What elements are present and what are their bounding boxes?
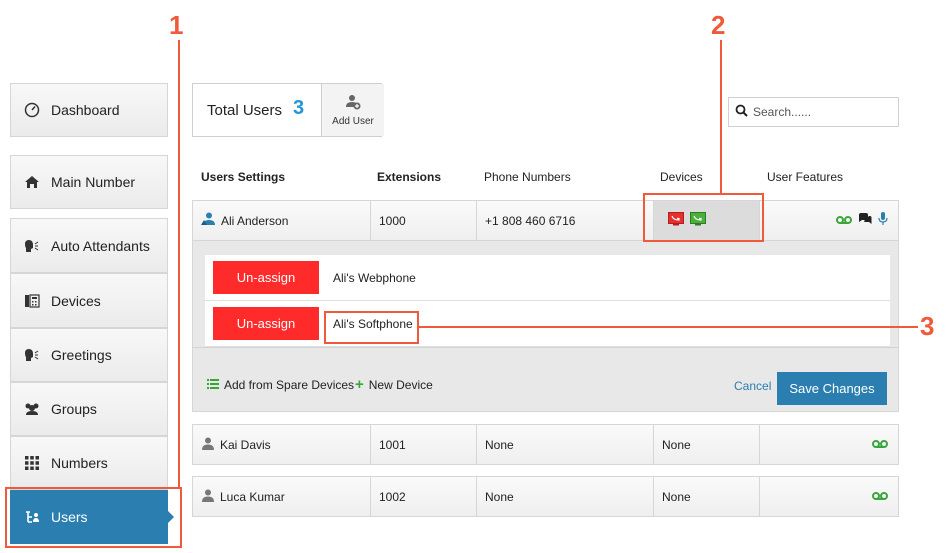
callout-line <box>418 326 918 328</box>
speaker-head-icon <box>21 348 43 362</box>
add-spare-devices-link[interactable]: Add from Spare Devices <box>207 378 354 392</box>
total-users-box: Total Users 3 Add User <box>192 83 384 137</box>
sidebar-item-main-number[interactable]: Main Number <box>10 155 168 209</box>
total-users-count: 3 <box>293 97 305 119</box>
new-device-link[interactable]: + New Device <box>355 376 433 393</box>
users-icon <box>21 402 43 416</box>
table-row[interactable]: Ali Anderson 1000 +1 808 460 6716 <box>192 200 899 241</box>
user-icon <box>201 437 215 453</box>
column-header-devices: Devices <box>660 170 703 184</box>
column-header-users-settings: Users Settings <box>201 170 286 184</box>
callout-line <box>178 40 180 488</box>
sidebar-item-label: Main Number <box>51 174 136 190</box>
user-phone-number: +1 808 460 6716 <box>485 213 576 228</box>
callout-line <box>720 40 722 194</box>
list-icon <box>207 378 219 392</box>
user-phone-number: None <box>485 489 514 504</box>
sidebar-item-groups[interactable]: Groups <box>10 382 168 436</box>
plus-icon: + <box>355 376 364 393</box>
device-name: Ali's Webphone <box>333 270 416 285</box>
search-box[interactable] <box>728 97 899 127</box>
user-devices: None <box>662 489 691 504</box>
sidebar-item-greetings[interactable]: Greetings <box>10 328 168 382</box>
sidebar-item-label: Greetings <box>51 347 112 363</box>
callout-number: 3 <box>920 311 935 341</box>
table-row[interactable]: Luca Kumar 1002 None None <box>192 476 899 517</box>
user-icon <box>201 489 215 505</box>
sidebar-item-dashboard[interactable]: Dashboard <box>10 83 168 137</box>
voicemail-icon[interactable] <box>836 214 852 228</box>
microphone-icon[interactable] <box>878 212 888 229</box>
callout-box <box>324 311 419 344</box>
cancel-button[interactable]: Cancel <box>734 379 771 393</box>
user-devices: None <box>662 437 691 452</box>
table-row[interactable]: Kai Davis 1001 None None <box>192 424 899 465</box>
sidebar-item-auto-attendants[interactable]: Auto Attendants <box>10 218 168 273</box>
callout-number: 1 <box>169 10 184 40</box>
callout-box <box>5 487 182 548</box>
add-spare-devices-label: Add from Spare Devices <box>224 378 355 392</box>
sidebar-item-label: Numbers <box>51 455 108 471</box>
column-header-extensions: Extensions <box>377 170 442 184</box>
device-row: Un-assign Ali's Softphone <box>205 301 890 347</box>
search-input[interactable] <box>751 104 885 120</box>
user-name: Ali Anderson <box>221 213 289 228</box>
callout-box <box>643 193 764 242</box>
column-header-user-features: User Features <box>767 170 844 184</box>
admin-user-icon <box>201 212 216 229</box>
gauge-icon <box>21 102 43 118</box>
user-extension: 1002 <box>379 489 406 504</box>
sidebar-item-devices[interactable]: Devices <box>10 273 168 328</box>
voicemail-icon[interactable] <box>872 490 888 504</box>
voicemail-icon[interactable] <box>872 438 888 452</box>
column-header-phone-numbers: Phone Numbers <box>484 170 571 184</box>
callout-number: 2 <box>711 10 726 40</box>
speaker-head-icon <box>21 239 43 253</box>
user-extension: 1001 <box>379 437 406 452</box>
home-icon <box>21 175 43 189</box>
sidebar-item-numbers[interactable]: Numbers <box>10 436 168 490</box>
add-user-button[interactable]: Add User <box>321 84 384 136</box>
total-users-label: Total Users <box>207 102 283 119</box>
unassign-button[interactable]: Un-assign <box>213 261 319 294</box>
unassign-button[interactable]: Un-assign <box>213 307 319 340</box>
add-user-icon <box>345 94 361 113</box>
user-name: Luca Kumar <box>220 489 285 504</box>
sidebar-item-label: Devices <box>51 292 101 309</box>
sidebar-item-label: Dashboard <box>51 102 120 118</box>
phone-icon <box>21 293 43 308</box>
sidebar-item-label: Groups <box>51 401 97 417</box>
sidebar-item-label: Auto Attendants <box>51 237 150 254</box>
new-device-label: New Device <box>368 378 433 392</box>
search-icon <box>735 104 748 120</box>
user-extension: 1000 <box>379 213 406 228</box>
add-user-label: Add User <box>332 115 374 127</box>
user-name: Kai Davis <box>220 437 271 452</box>
grid-icon <box>21 456 43 470</box>
device-row: Un-assign Ali's Webphone <box>205 255 890 301</box>
save-changes-button[interactable]: Save Changes <box>777 372 887 405</box>
device-panel-footer: Add from Spare Devices + New Device Canc… <box>193 347 898 412</box>
user-phone-number: None <box>485 437 514 452</box>
chat-icon[interactable] <box>858 213 872 228</box>
